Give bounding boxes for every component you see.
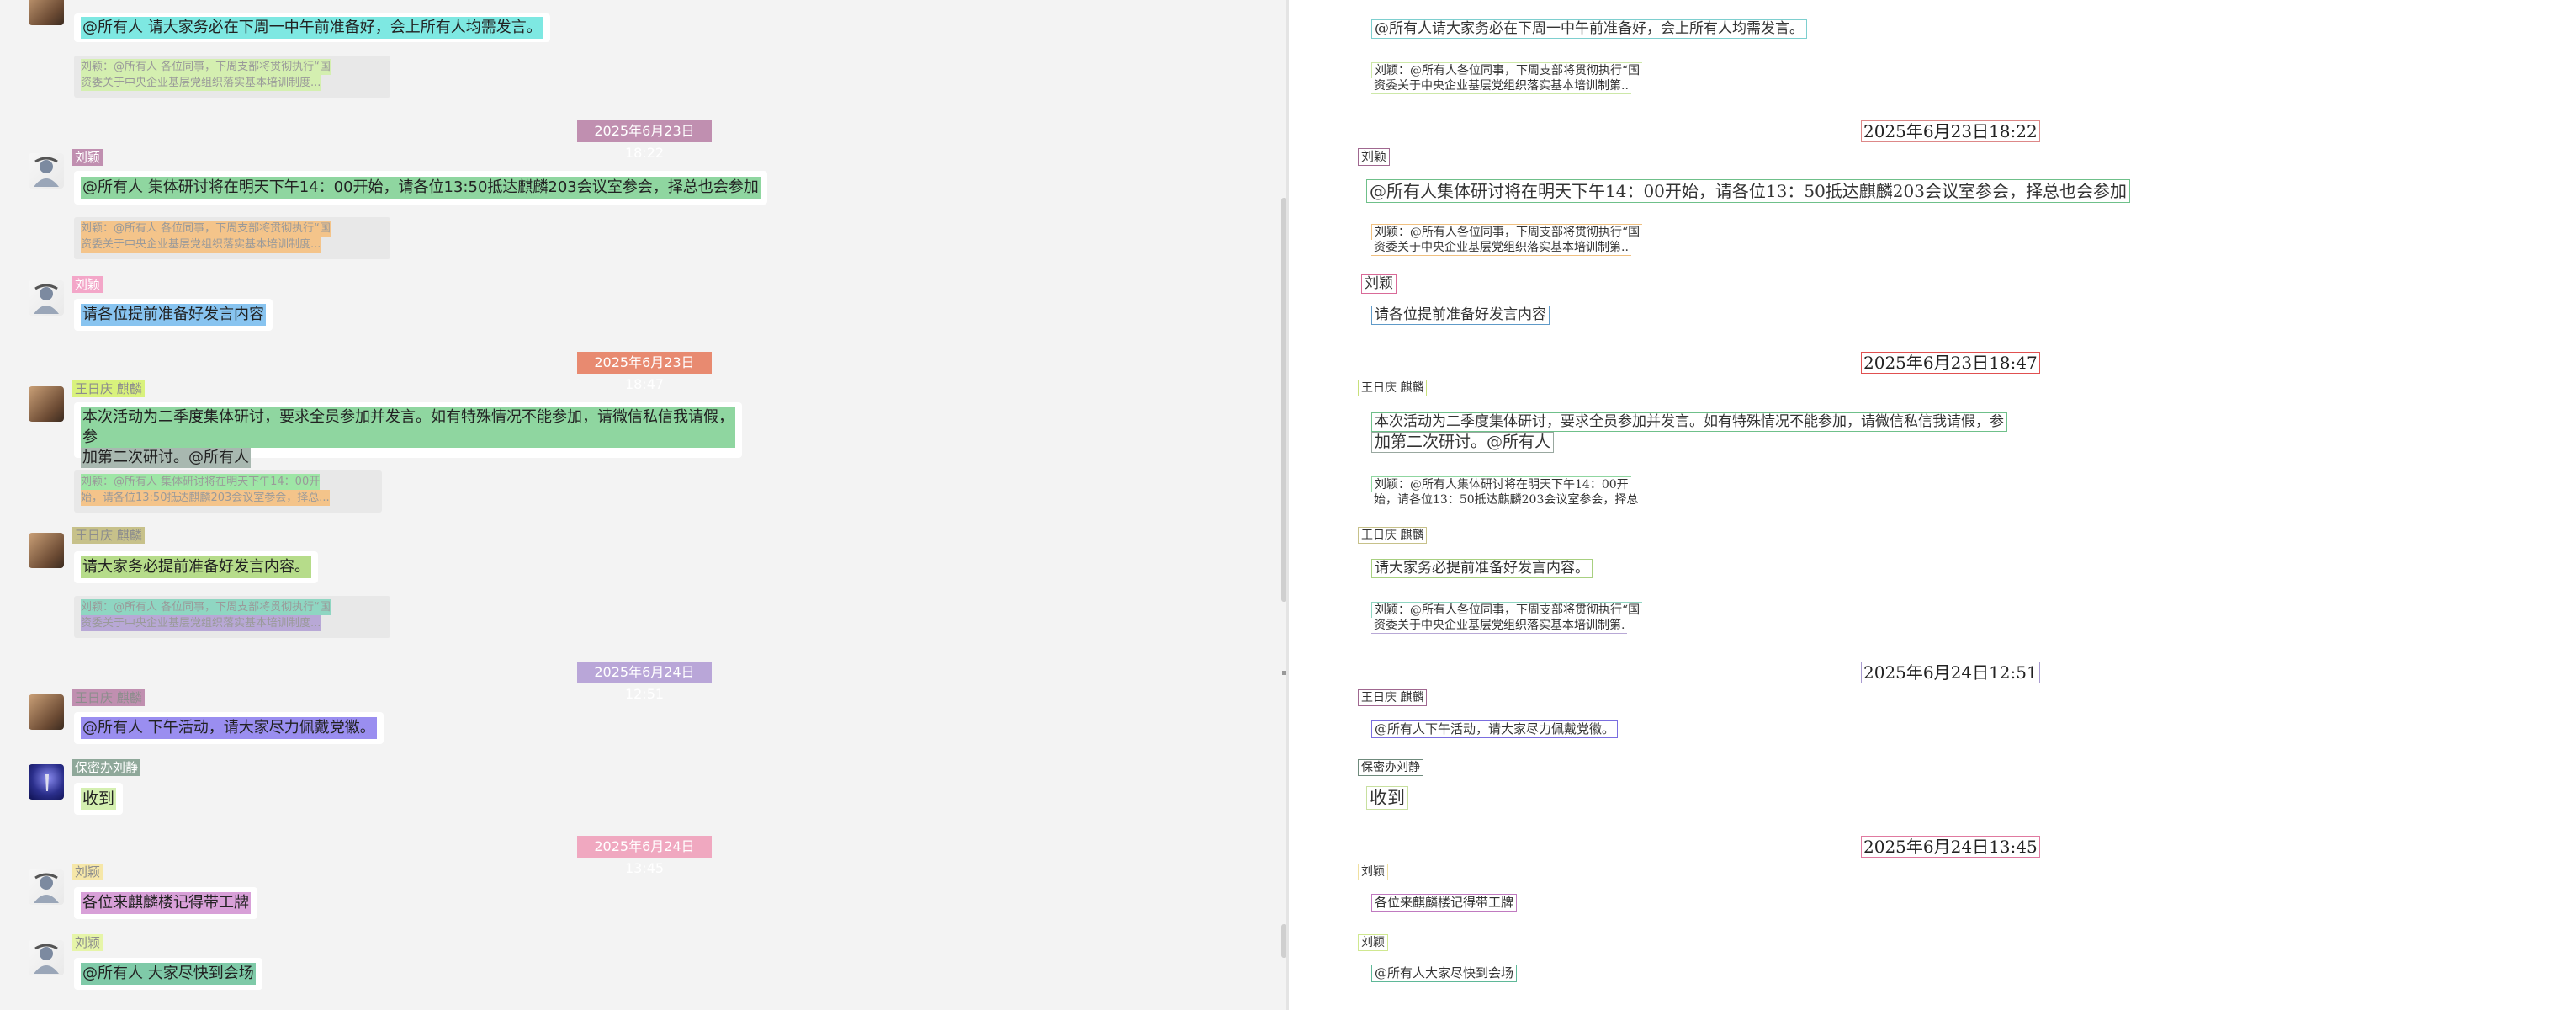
avatar[interactable] bbox=[29, 280, 64, 316]
ocr-text: 刘颖：@所有人各位同事，下周支部将贯彻执行“国 bbox=[1371, 62, 1643, 78]
ocr-name: 保密办刘静 bbox=[1358, 759, 1423, 776]
screen: @所有人 请大家务必在下周一中午前准备好，会上所有人均需发言。 刘颖：@所有人 … bbox=[0, 0, 2576, 1010]
ocr-text: @所有人大家尽快到会场 bbox=[1371, 965, 1518, 982]
ocr-text: @所有人下午活动，请大家尽力佩戴党徽。 bbox=[1371, 720, 1619, 738]
ocr-text: 刘颖：@所有人集体研讨将在明天下午14：00开 bbox=[1371, 476, 1631, 492]
message-bubble[interactable]: @所有人 下午活动，请大家尽力佩戴党徽。 bbox=[74, 712, 384, 744]
message-bubble[interactable]: 收到 bbox=[74, 783, 124, 815]
ocr-text: 本次活动为二季度集体研讨，要求全员参加并发言。如有特殊情况不能参加，请微信私信我… bbox=[1371, 412, 2007, 432]
message-text: @所有人 集体研讨将在明天下午14：00开始，请各位13:50抵达麒麟203会议… bbox=[81, 177, 761, 199]
ocr-text: 各位来麒麟楼记得带工牌 bbox=[1371, 894, 1518, 912]
sender-name: 刘颖 bbox=[72, 864, 103, 880]
message-text: @所有人 大家尽快到会场 bbox=[81, 963, 256, 985]
ocr-text: 资委关于中央企业基层党组织落实基本培训制第.. bbox=[1371, 78, 1631, 94]
message-text: @所有人 下午活动，请大家尽力佩戴党徽。 bbox=[81, 717, 377, 739]
ocr-panel: @所有人请大家务必在下周一中午前准备好，会上所有人均需发言。 刘颖：@所有人各位… bbox=[1289, 0, 2576, 1010]
quote-line: 刘颖：@所有人 各位同事，下周支部将贯彻执行“国 bbox=[81, 221, 331, 237]
ocr-name: 刘颖 bbox=[1361, 274, 1397, 294]
timestamp: 2025年6月23日 18:47 bbox=[577, 352, 712, 392]
avatar[interactable] bbox=[29, 533, 64, 568]
ocr-name: 王日庆 麒麟 bbox=[1358, 689, 1428, 706]
message-bubble[interactable]: 请各位提前准备好发言内容 bbox=[74, 299, 273, 331]
sender-name: 王日庆 麒麟 bbox=[72, 527, 145, 544]
ocr-text: 刘颖：@所有人各位同事，下周支部将贯彻执行“国 bbox=[1371, 224, 1643, 240]
ocr-text: 请各位提前准备好发言内容 bbox=[1371, 306, 1550, 325]
message-text: 请大家务必提前准备好发言内容。 bbox=[81, 556, 311, 578]
message-bubble[interactable]: 本次活动为二季度集体研讨，要求全员参加并发言。如有特殊情况不能参加，请微信私信我… bbox=[74, 402, 742, 468]
ocr-text: 请大家务必提前准备好发言内容。 bbox=[1371, 559, 1593, 578]
avatar[interactable] bbox=[29, 386, 64, 422]
quote-line: 资委关于中央企业基层党组织落实基本培训制度... bbox=[81, 237, 321, 252]
timestamp: 2025年6月23日 18:22 bbox=[577, 120, 712, 161]
quote-block[interactable]: 刘颖：@所有人 集体研讨将在明天下午14：00开 始，请各位13:50抵达麒麟2… bbox=[74, 470, 382, 513]
sender-name: 王日庆 麒麟 bbox=[72, 380, 145, 397]
ocr-timestamp: 2025年6月23日18:22 bbox=[1861, 120, 2040, 142]
message-bubble[interactable]: @所有人 集体研讨将在明天下午14：00开始，请各位13:50抵达麒麟203会议… bbox=[74, 171, 767, 205]
quote-line: 刘颖：@所有人 集体研讨将在明天下午14：00开 bbox=[81, 474, 321, 490]
ocr-name: 刘颖 bbox=[1358, 148, 1391, 166]
message-text: 各位来麒麟楼记得带工牌 bbox=[81, 892, 251, 914]
quote-block[interactable]: 刘颖：@所有人 各位同事，下周支部将贯彻执行“国 资委关于中央企业基层党组织落实… bbox=[74, 217, 390, 259]
ocr-text: 资委关于中央企业基层党组织落实基本培训制第. bbox=[1371, 618, 1628, 634]
ocr-timestamp: 2025年6月24日13:45 bbox=[1861, 836, 2040, 858]
message-bubble[interactable]: @所有人 大家尽快到会场 bbox=[74, 958, 262, 990]
message-bubble[interactable]: @所有人 请大家务必在下周一中午前准备好，会上所有人均需发言。 bbox=[74, 13, 550, 42]
message-text: @所有人 请大家务必在下周一中午前准备好，会上所有人均需发言。 bbox=[81, 17, 543, 39]
quote-line: 刘颖：@所有人 各位同事，下周支部将贯彻执行“国 bbox=[81, 59, 331, 75]
ocr-text: @所有人请大家务必在下周一中午前准备好，会上所有人均需发言。 bbox=[1371, 19, 1807, 39]
message-text: 请各位提前准备好发言内容 bbox=[81, 304, 266, 326]
avatar[interactable] bbox=[29, 764, 64, 800]
sender-name: 刘颖 bbox=[72, 934, 103, 951]
ocr-name: 刘颖 bbox=[1358, 934, 1388, 951]
sender-name: 保密办刘静 bbox=[72, 759, 141, 776]
message-text: 收到 bbox=[81, 788, 117, 810]
ocr-name: 刘颖 bbox=[1358, 864, 1388, 880]
sender-name: 刘颖 bbox=[72, 149, 103, 166]
avatar[interactable] bbox=[29, 694, 64, 730]
ocr-timestamp: 2025年6月24日12:51 bbox=[1861, 662, 2040, 683]
avatar[interactable] bbox=[29, 869, 64, 905]
ocr-name: 王日庆 麒麟 bbox=[1358, 380, 1428, 396]
chat-panel: @所有人 请大家务必在下周一中午前准备好，会上所有人均需发言。 刘颖：@所有人 … bbox=[0, 0, 1289, 1010]
avatar[interactable] bbox=[29, 153, 64, 189]
message-text: 本次活动为二季度集体研讨，要求全员参加并发言。如有特殊情况不能参加，请微信私信我… bbox=[81, 407, 735, 448]
quote-line: 资委关于中央企业基层党组织落实基本培训制度... bbox=[81, 75, 321, 91]
message-text: 加第二次研讨。@所有人 bbox=[81, 448, 251, 468]
ocr-text: 收到 bbox=[1366, 786, 1408, 810]
quote-block[interactable]: 刘颖：@所有人 各位同事，下周支部将贯彻执行“国 资委关于中央企业基层党组织落实… bbox=[74, 56, 390, 98]
avatar[interactable] bbox=[29, 940, 64, 975]
quote-block[interactable]: 刘颖：@所有人 各位同事，下周支部将贯彻执行“国 资委关于中央企业基层党组织落实… bbox=[74, 596, 390, 638]
sender-name: 刘颖 bbox=[72, 276, 103, 293]
quote-line: 始，请各位13:50抵达麒麟203会议室参会，择总... bbox=[81, 490, 330, 506]
quote-line: 资委关于中央企业基层党组织落实基本培训制度... bbox=[81, 615, 321, 631]
sender-name: 王日庆 麒麟 bbox=[72, 689, 145, 706]
ocr-text: 始，请各位13：50抵达麒麟203会议室参会，择总 bbox=[1371, 492, 1641, 508]
ocr-text: 资委关于中央企业基层党组织落实基本培训制第.. bbox=[1371, 240, 1631, 256]
ocr-text: 加第二次研讨。@所有人 bbox=[1371, 432, 1555, 453]
ocr-timestamp: 2025年6月23日18:47 bbox=[1861, 352, 2040, 374]
quote-line: 刘颖：@所有人 各位同事，下周支部将贯彻执行“国 bbox=[81, 599, 331, 615]
message-bubble[interactable]: 各位来麒麟楼记得带工牌 bbox=[74, 887, 257, 919]
timestamp: 2025年6月24日 12:51 bbox=[577, 662, 712, 702]
timestamp: 2025年6月24日 13:45 bbox=[577, 836, 712, 876]
ocr-text: @所有人集体研讨将在明天下午14：00开始，请各位13：50抵达麒麟203会议室… bbox=[1366, 179, 2130, 203]
ocr-name: 王日庆 麒麟 bbox=[1358, 527, 1428, 544]
avatar[interactable] bbox=[29, 0, 64, 25]
message-bubble[interactable]: 请大家务必提前准备好发言内容。 bbox=[74, 551, 318, 583]
ocr-text: 刘颖：@所有人各位同事，下周支部将贯彻执行“国 bbox=[1371, 602, 1643, 618]
